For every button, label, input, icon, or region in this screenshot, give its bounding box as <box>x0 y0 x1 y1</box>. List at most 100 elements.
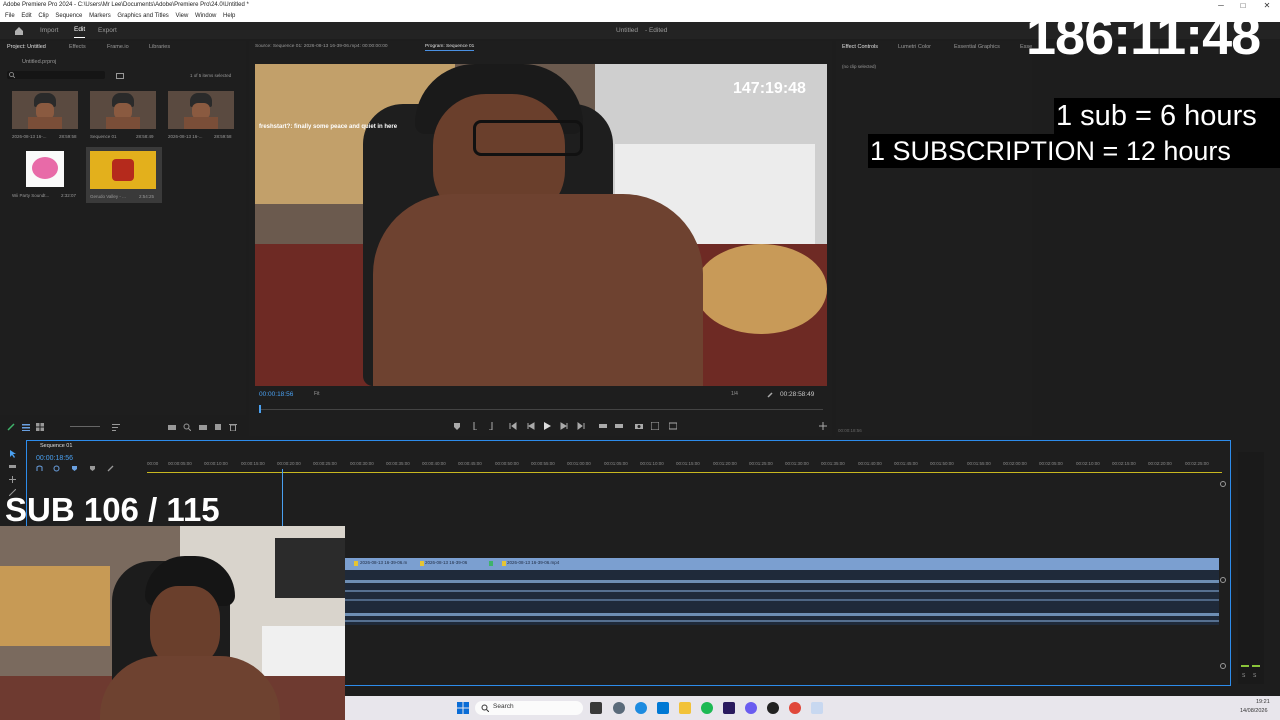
timeline-timecode[interactable]: 00:00:18:56 <box>36 455 73 462</box>
multicam-icon[interactable] <box>651 422 659 430</box>
mark-in-icon[interactable] <box>471 422 479 430</box>
fx-badge <box>420 561 424 566</box>
ruler-tick: 00:01:00:00 <box>567 461 591 466</box>
discord-icon[interactable] <box>745 702 757 714</box>
tab-source-monitor[interactable]: Source: Sequence 01: 2026-08-13 16-39-06… <box>255 44 388 49</box>
menu-window[interactable]: Window <box>195 13 216 19</box>
tab-project[interactable]: Project: Untitled <box>7 44 46 50</box>
step-forward-icon[interactable] <box>560 422 568 430</box>
document-status: - Edited <box>645 27 668 34</box>
automate-icon[interactable] <box>168 423 176 431</box>
project-item-thumbnail[interactable] <box>90 91 156 129</box>
project-item-thumbnail[interactable] <box>12 91 78 129</box>
go-to-out-icon[interactable] <box>577 422 585 430</box>
step-back-icon[interactable] <box>527 422 535 430</box>
task-view-icon[interactable] <box>590 702 602 714</box>
linked-selection-icon[interactable] <box>53 465 60 472</box>
ripple-edit-tool-icon[interactable] <box>9 476 16 483</box>
zoom-slider[interactable] <box>70 426 100 427</box>
menu-markers[interactable]: Markers <box>89 13 111 19</box>
fit-dropdown[interactable]: Fit <box>314 391 320 397</box>
add-marker-timeline-icon[interactable] <box>71 465 78 472</box>
ruler-tick: 00:01:25:00 <box>749 461 773 466</box>
scroll-handle-top[interactable] <box>1220 481 1226 487</box>
program-playhead[interactable] <box>259 405 261 413</box>
premiere-pro-icon[interactable] <box>723 702 735 714</box>
scroll-handle-bottom[interactable] <box>1220 663 1226 669</box>
tab-edit[interactable]: Edit <box>74 22 86 38</box>
timeline-ruler[interactable]: 00:00 00:00:05:00 00:00:10:00 00:00:15:0… <box>147 461 1227 469</box>
program-scrub-bar[interactable] <box>259 409 823 410</box>
audio-waveform[interactable] <box>345 570 1219 625</box>
selection-tool-icon[interactable] <box>9 450 16 458</box>
tab-lumetri-color[interactable]: Lumetri Color <box>898 44 931 50</box>
marker-icon[interactable] <box>89 465 96 472</box>
new-bin-icon[interactable] <box>116 72 124 79</box>
obs-icon[interactable] <box>767 702 779 714</box>
snap-icon[interactable] <box>36 465 43 472</box>
trash-icon[interactable] <box>229 423 237 431</box>
chrome-icon[interactable] <box>789 702 801 714</box>
extract-icon[interactable] <box>615 422 623 430</box>
ruler-tick: 00:00:10:00 <box>204 461 228 466</box>
icon-view-icon[interactable] <box>36 423 44 431</box>
taskbar-search-input[interactable]: Search <box>475 701 583 715</box>
audio-clip-strip[interactable]: 2026-08-13 16-39-06.m 2026-08-13 16-39-0… <box>345 558 1219 570</box>
play-icon[interactable] <box>543 422 551 430</box>
folder-icon[interactable] <box>199 423 207 431</box>
menu-help[interactable]: Help <box>223 13 235 19</box>
vr-icon[interactable] <box>669 422 677 430</box>
lift-icon[interactable] <box>599 422 607 430</box>
menu-graphics[interactable]: Graphics and Titles <box>117 13 168 19</box>
tab-effect-controls[interactable]: Effect Controls <box>842 44 878 50</box>
track-select-tool-icon[interactable] <box>9 463 16 470</box>
list-view-icon[interactable] <box>22 423 30 431</box>
scroll-handle-mid[interactable] <box>1220 577 1226 583</box>
menu-edit[interactable]: Edit <box>21 13 31 19</box>
windows-start-icon[interactable] <box>457 702 469 714</box>
project-item-thumbnail[interactable] <box>168 91 234 129</box>
file-explorer-icon[interactable] <box>679 702 691 714</box>
program-timecode[interactable]: 00:00:18:56 <box>259 391 293 398</box>
add-button-icon[interactable] <box>819 422 827 430</box>
tab-program-monitor[interactable]: Program: Sequence 01 <box>425 44 475 51</box>
clip-label: 2026-08-13 16-39-06 <box>425 560 468 565</box>
new-item-icon[interactable] <box>214 423 222 431</box>
spotify-icon[interactable] <box>701 702 713 714</box>
tab-import[interactable]: Import <box>40 22 58 39</box>
home-icon[interactable] <box>14 26 24 35</box>
ruler-tick: 00:00:55:00 <box>531 461 555 466</box>
camera-icon[interactable] <box>635 422 643 430</box>
add-marker-icon[interactable] <box>453 422 461 430</box>
mark-out-icon[interactable] <box>486 422 494 430</box>
edge-icon[interactable] <box>635 702 647 714</box>
tab-frameio[interactable]: Frame.io <box>107 44 129 50</box>
app-icon[interactable] <box>811 702 823 714</box>
project-item-thumbnail[interactable] <box>90 151 156 189</box>
menu-view[interactable]: View <box>175 13 188 19</box>
photos-icon[interactable] <box>657 702 669 714</box>
meter-solo-right[interactable]: S <box>1253 673 1256 679</box>
sort-icon[interactable] <box>112 423 120 431</box>
program-video-frame[interactable]: 147:19:48 freshstart?: finally some peac… <box>255 64 827 386</box>
go-to-in-icon[interactable] <box>509 422 517 430</box>
tab-sequence[interactable]: Sequence 01 <box>40 443 72 449</box>
menu-file[interactable]: File <box>5 13 15 19</box>
resolution-dropdown[interactable]: 1/4 <box>731 391 738 397</box>
tab-essential-graphics[interactable]: Essential Graphics <box>954 44 1000 50</box>
timeline-wrench-icon[interactable] <box>107 465 114 472</box>
tab-libraries[interactable]: Libraries <box>149 44 170 50</box>
tab-effects[interactable]: Effects <box>69 44 86 50</box>
work-area-bar[interactable] <box>147 472 1222 473</box>
ruler-tick: 00:00:50:00 <box>495 461 519 466</box>
meter-solo-left[interactable]: S <box>1242 673 1245 679</box>
project-search-input[interactable] <box>7 71 105 79</box>
menu-sequence[interactable]: Sequence <box>55 13 82 19</box>
project-item-thumbnail[interactable] <box>12 149 78 187</box>
wrench-icon[interactable] <box>767 391 774 398</box>
menu-clip[interactable]: Clip <box>38 13 48 19</box>
find-icon[interactable] <box>183 423 191 431</box>
settings-icon[interactable] <box>613 702 625 714</box>
tab-export[interactable]: Export <box>98 22 117 39</box>
pencil-icon[interactable] <box>7 423 15 431</box>
